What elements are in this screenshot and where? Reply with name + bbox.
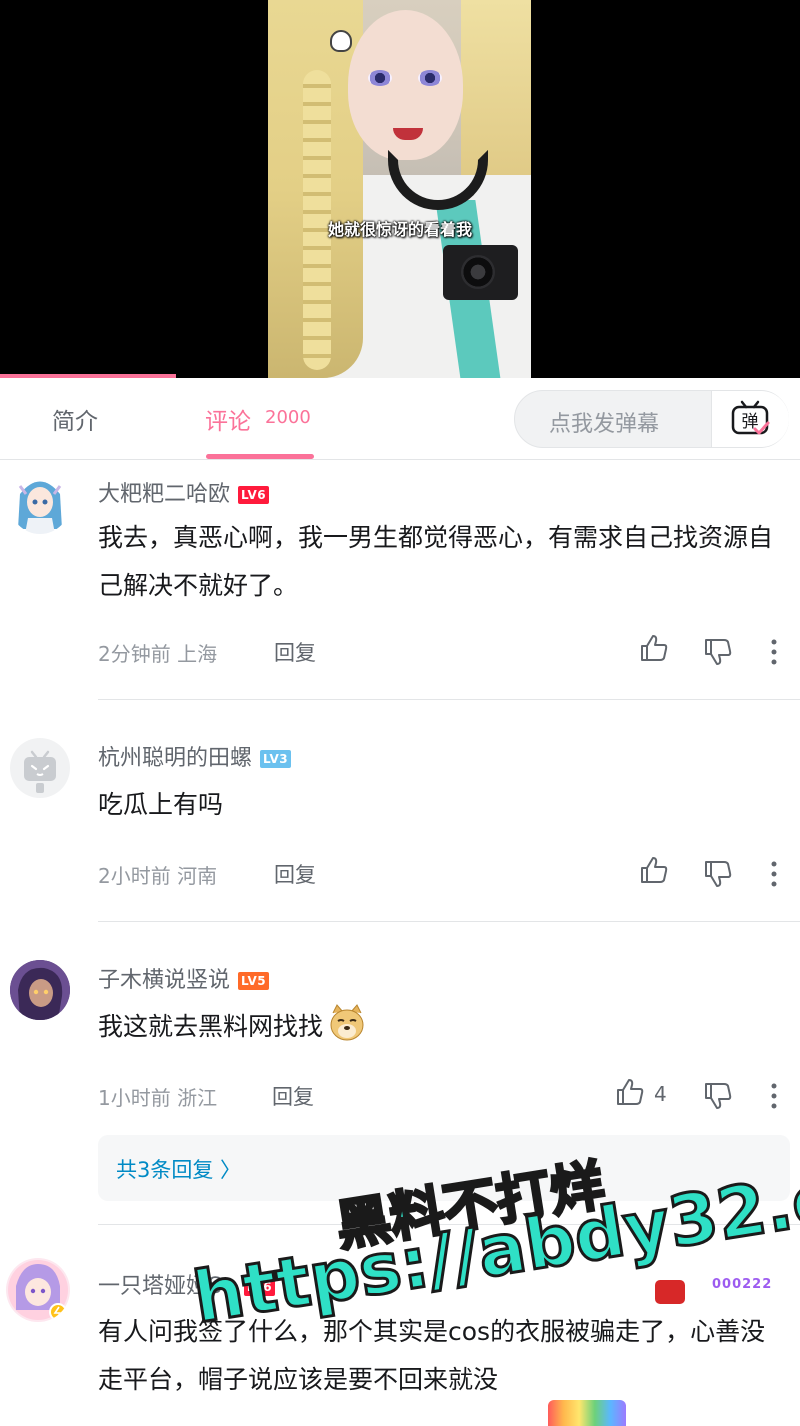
username-text[interactable]: 杭州聪明的田螺 bbox=[98, 746, 252, 771]
decoration-badge bbox=[655, 1280, 685, 1304]
comment-text: 我这就去黑料网找找 bbox=[98, 1003, 788, 1051]
comment-time-location: 1小时前 浙江 bbox=[98, 1086, 218, 1110]
reply-button[interactable]: 回复 bbox=[272, 1081, 314, 1111]
comment-username[interactable]: 杭州聪明的田螺 LV3 bbox=[98, 740, 292, 772]
dislike-icon[interactable] bbox=[702, 858, 734, 890]
level-badge: LV3 bbox=[260, 750, 292, 768]
avatar[interactable] bbox=[6, 1258, 70, 1322]
avatar-default-tv-icon bbox=[24, 750, 56, 793]
comment-username[interactable]: 子木横说竖说 LV5 bbox=[98, 962, 270, 994]
comment-time-location: 2分钟前 上海 bbox=[98, 642, 218, 666]
comment-text: 吃瓜上有吗 bbox=[98, 790, 224, 819]
more-options-icon[interactable] bbox=[762, 1080, 786, 1112]
like-icon[interactable] bbox=[638, 632, 670, 664]
avatar[interactable] bbox=[10, 738, 70, 798]
fan-medal-badge: 000222 bbox=[712, 1277, 773, 1292]
video-subtitle: 她就很惊讶的看着我 bbox=[327, 220, 472, 239]
like-icon[interactable] bbox=[614, 1076, 646, 1108]
replies-count-label[interactable]: 共3条回复 〉 bbox=[116, 1154, 241, 1184]
comment-text: 我去，真恶心啊，我一男生都觉得恶心，有需求自己找资源自己解决不就好了。 bbox=[98, 523, 774, 600]
more-options-icon[interactable] bbox=[762, 858, 786, 890]
reply-button[interactable]: 回复 bbox=[274, 637, 316, 667]
username-text[interactable]: 子木横说竖说 bbox=[98, 968, 230, 993]
avatar[interactable] bbox=[10, 960, 70, 1020]
avatar-purple-character-icon bbox=[10, 960, 70, 1020]
doge-emoji-icon bbox=[330, 1004, 364, 1041]
rainbow-sticker bbox=[548, 1400, 626, 1426]
comment-divider bbox=[98, 699, 800, 700]
reply-button[interactable]: 回复 bbox=[274, 859, 316, 889]
video-scene-hairclip bbox=[330, 30, 352, 52]
comment-divider bbox=[98, 921, 800, 922]
active-tab-indicator bbox=[206, 454, 314, 459]
video-player[interactable]: 她就很惊讶的看着我 bbox=[0, 0, 800, 378]
tab-intro[interactable]: 简介 bbox=[52, 402, 98, 436]
video-scene-eye-left bbox=[368, 70, 392, 86]
tab-comments-count[interactable]: 2000 bbox=[265, 407, 311, 428]
comment-item: 大粑粑二哈欧 LV6 我去，真恶心啊，我一男生都觉得恶心，有需求自己找资源自己解决… bbox=[0, 460, 800, 700]
video-scene-eye-right bbox=[418, 70, 442, 86]
video-scene-mouth bbox=[393, 128, 423, 140]
like-count: 4 bbox=[654, 1082, 667, 1106]
avatar-pink-character-icon bbox=[8, 1260, 68, 1321]
more-options-icon[interactable] bbox=[762, 636, 786, 668]
comment-text-content: 我这就去黑料网找找 bbox=[98, 1012, 324, 1041]
dislike-icon[interactable] bbox=[702, 1080, 734, 1112]
danmaku-input[interactable]: 点我发弹幕 弹 bbox=[514, 390, 789, 448]
comment-username[interactable]: 大粑粑二哈欧 LV6 bbox=[98, 476, 270, 508]
video-scene-face bbox=[348, 10, 463, 160]
danmaku-tv-icon: 弹 bbox=[731, 400, 770, 435]
avatar[interactable] bbox=[10, 474, 70, 534]
comment-item: 杭州聪明的田螺 LV3 吃瓜上有吗 2小时前 河南 回复 bbox=[0, 720, 800, 920]
avatar-anime-girl-icon bbox=[18, 481, 62, 534]
level-badge: LV5 bbox=[238, 972, 270, 990]
comment-time-location: 2小时前 河南 bbox=[98, 864, 218, 888]
username-text[interactable]: 大粑粑二哈欧 bbox=[98, 482, 230, 507]
danmaku-placeholder: 点我发弹幕 bbox=[549, 412, 660, 437]
tab-bar: 简介 评论 2000 点我发弹幕 弹 bbox=[0, 378, 800, 460]
video-scene-camera bbox=[443, 245, 518, 300]
video-frame bbox=[268, 0, 531, 378]
like-icon[interactable] bbox=[638, 854, 670, 886]
dislike-icon[interactable] bbox=[702, 636, 734, 668]
tab-comments[interactable]: 评论 bbox=[205, 402, 251, 436]
danmaku-toggle-button[interactable]: 弹 bbox=[711, 391, 789, 447]
level-badge: LV6 bbox=[238, 486, 270, 504]
